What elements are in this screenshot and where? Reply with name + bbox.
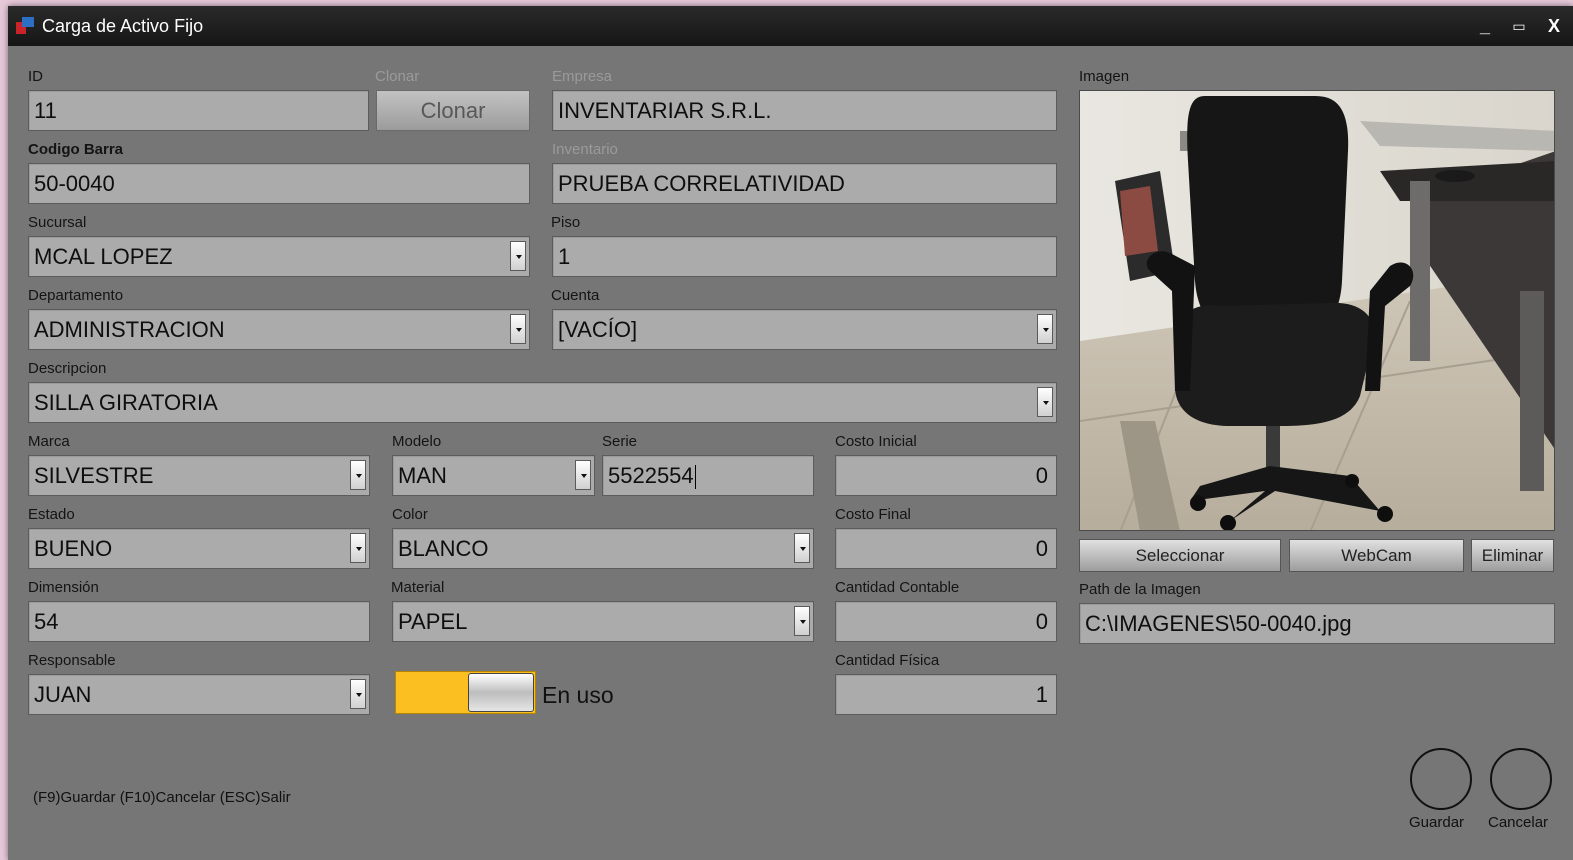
inventario-field[interactable]: PRUEBA CORRELATIVIDAD xyxy=(552,163,1057,204)
marca-value: SILVESTRE xyxy=(34,463,154,488)
cantidad-fisica-field[interactable]: 1 xyxy=(835,674,1057,715)
piso-field[interactable]: 1 xyxy=(552,236,1057,277)
close-button[interactable]: X xyxy=(1541,14,1567,38)
codigo-barra-label: Codigo Barra xyxy=(28,141,124,158)
color-label: Color xyxy=(392,506,428,523)
departamento-value: ADMINISTRACION xyxy=(34,317,225,342)
title-bar: Carga de Activo Fijo _ ▭ X xyxy=(8,6,1573,46)
cantidad-contable-field[interactable]: 0 xyxy=(835,601,1057,642)
cantidad-contable-label: Cantidad Contable xyxy=(835,579,960,596)
en-uso-label: En uso xyxy=(542,682,614,708)
cuenta-combo[interactable]: [VACÍO] xyxy=(552,309,1057,350)
codigo-barra-field[interactable]: 50-0040 xyxy=(28,163,530,204)
empresa-label: Empresa xyxy=(552,68,613,85)
material-value: PAPEL xyxy=(398,609,468,634)
departamento-label: Departamento xyxy=(28,287,124,304)
modelo-value: MAN xyxy=(398,463,447,488)
sucursal-value: MCAL LOPEZ xyxy=(34,244,173,269)
marca-combo[interactable]: SILVESTRE xyxy=(28,455,370,496)
imagen-label: Imagen xyxy=(1079,68,1130,85)
cuenta-value: [VACÍO] xyxy=(558,317,638,342)
text-cursor xyxy=(694,465,696,490)
window-title: Carga de Activo Fijo xyxy=(42,16,204,36)
chevron-down-icon[interactable] xyxy=(794,606,810,636)
descripcion-label: Descripcion xyxy=(28,360,107,377)
maximize-button[interactable]: ▭ xyxy=(1506,14,1532,38)
id-field[interactable]: 11 xyxy=(28,90,369,131)
chevron-down-icon[interactable] xyxy=(1037,314,1053,344)
serie-value: 5522554 xyxy=(608,463,694,488)
estado-label: Estado xyxy=(28,506,75,523)
responsable-value: JUAN xyxy=(34,682,92,707)
serie-label: Serie xyxy=(602,433,638,450)
seleccionar-button[interactable]: Seleccionar xyxy=(1079,539,1281,572)
cuenta-label: Cuenta xyxy=(551,287,600,304)
cancelar-button[interactable] xyxy=(1490,748,1552,810)
material-combo[interactable]: PAPEL xyxy=(392,601,814,642)
shortcut-hint: (F9)Guardar (F10)Cancelar (ESC)Salir xyxy=(33,789,291,806)
guardar-button[interactable] xyxy=(1410,748,1472,810)
clonar-button[interactable]: Clonar xyxy=(376,90,530,131)
sucursal-combo[interactable]: MCAL LOPEZ xyxy=(28,236,530,277)
material-label: Material xyxy=(391,579,445,596)
asset-form-window: Carga de Activo Fijo _ ▭ X ID 11 Clonar … xyxy=(8,6,1573,860)
dimension-field[interactable]: 54 xyxy=(28,601,370,642)
empresa-field[interactable]: INVENTARIAR S.R.L. xyxy=(552,90,1057,131)
sucursal-label: Sucursal xyxy=(28,214,87,231)
path-label: Path de la Imagen xyxy=(1079,581,1201,598)
chevron-down-icon[interactable] xyxy=(794,533,810,563)
estado-combo[interactable]: BUENO xyxy=(28,528,370,569)
en-uso-toggle[interactable] xyxy=(395,671,536,714)
costo-final-label: Costo Final xyxy=(835,506,911,523)
guardar-label: Guardar xyxy=(1409,814,1465,831)
id-label: ID xyxy=(28,68,43,85)
chevron-down-icon[interactable] xyxy=(1037,387,1053,417)
path-field[interactable]: C:\IMAGENES\50-0040.jpg xyxy=(1079,603,1555,644)
dimension-label: Dimensión xyxy=(28,579,99,596)
modelo-combo[interactable]: MAN xyxy=(392,455,595,496)
costo-inicial-label: Costo Inicial xyxy=(835,433,917,450)
webcam-button[interactable]: WebCam xyxy=(1289,539,1464,572)
chevron-down-icon[interactable] xyxy=(575,460,591,490)
chevron-down-icon[interactable] xyxy=(350,460,366,490)
color-combo[interactable]: BLANCO xyxy=(392,528,814,569)
cantidad-fisica-label: Cantidad Física xyxy=(835,652,940,669)
asset-photo xyxy=(1079,90,1555,531)
office-chair-photo xyxy=(1080,91,1554,530)
descripcion-combo[interactable]: SILLA GIRATORIA xyxy=(28,382,1057,423)
costo-final-field[interactable]: 0 xyxy=(835,528,1057,569)
estado-value: BUENO xyxy=(34,536,113,561)
piso-label: Piso xyxy=(551,214,581,231)
departamento-combo[interactable]: ADMINISTRACION xyxy=(28,309,530,350)
responsable-label: Responsable xyxy=(28,652,116,669)
chevron-down-icon[interactable] xyxy=(510,314,526,344)
costo-inicial-field[interactable]: 0 xyxy=(835,455,1057,496)
marca-label: Marca xyxy=(28,433,70,450)
descripcion-value: SILLA GIRATORIA xyxy=(34,390,218,415)
chevron-down-icon[interactable] xyxy=(350,679,366,709)
responsable-combo[interactable]: JUAN xyxy=(28,674,370,715)
inventario-label: Inventario xyxy=(552,141,618,158)
cancelar-label: Cancelar xyxy=(1488,814,1549,831)
eliminar-button[interactable]: Eliminar xyxy=(1471,539,1554,572)
serie-field[interactable]: 5522554 xyxy=(602,455,814,496)
chevron-down-icon[interactable] xyxy=(510,241,526,271)
minimize-button[interactable]: _ xyxy=(1472,14,1498,38)
app-icon xyxy=(16,17,34,35)
chevron-down-icon[interactable] xyxy=(350,533,366,563)
toggle-knob[interactable] xyxy=(468,673,534,712)
color-value: BLANCO xyxy=(398,536,489,561)
modelo-label: Modelo xyxy=(392,433,442,450)
clonar-label: Clonar xyxy=(375,68,420,85)
